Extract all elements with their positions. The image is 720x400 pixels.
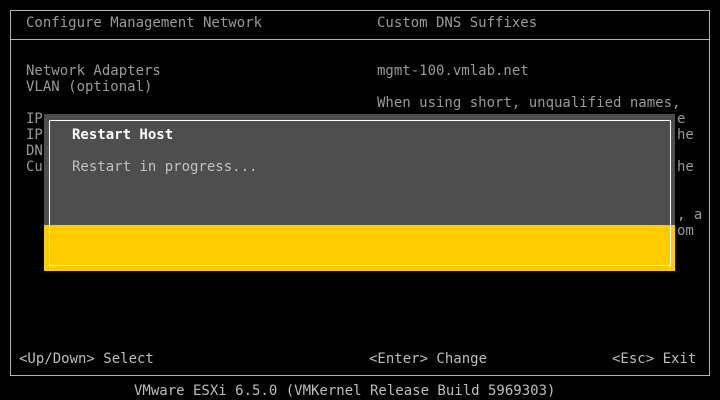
menu-item-network-adapters[interactable]: Network Adapters: [26, 63, 161, 79]
detail-description-line: he: [677, 159, 694, 175]
menu-item-dns[interactable]: DN: [26, 143, 43, 159]
detail-description-line: When using short, unqualified names,: [377, 95, 681, 111]
status-bar: VMware ESXi 6.5.0 (VMKernel Release Buil…: [134, 383, 556, 399]
dns-suffix-value: mgmt-100.vmlab.net: [377, 63, 529, 79]
menu-item-ipv6[interactable]: IP: [26, 127, 43, 143]
header-divider: [10, 39, 710, 40]
page-title: Configure Management Network: [26, 15, 263, 31]
exit-hint: <Esc> Exit: [612, 351, 697, 367]
menu-item-ipv4[interactable]: IP: [26, 111, 43, 127]
detail-description-line: om: [677, 223, 694, 239]
dialog-title: Restart Host: [72, 127, 174, 143]
select-hint: <Up/Down> Select: [19, 351, 154, 367]
detail-description-line: , a: [677, 207, 703, 223]
menu-item-vlan[interactable]: VLAN (optional): [26, 79, 152, 95]
detail-description-line: e: [677, 111, 686, 127]
menu-item-custom-dns[interactable]: Cu: [26, 159, 43, 175]
detail-description-line: he: [677, 127, 694, 143]
detail-title: Custom DNS Suffixes: [377, 15, 538, 31]
change-hint: <Enter> Change: [369, 351, 488, 367]
dialog-message: Restart in progress...: [72, 159, 258, 175]
